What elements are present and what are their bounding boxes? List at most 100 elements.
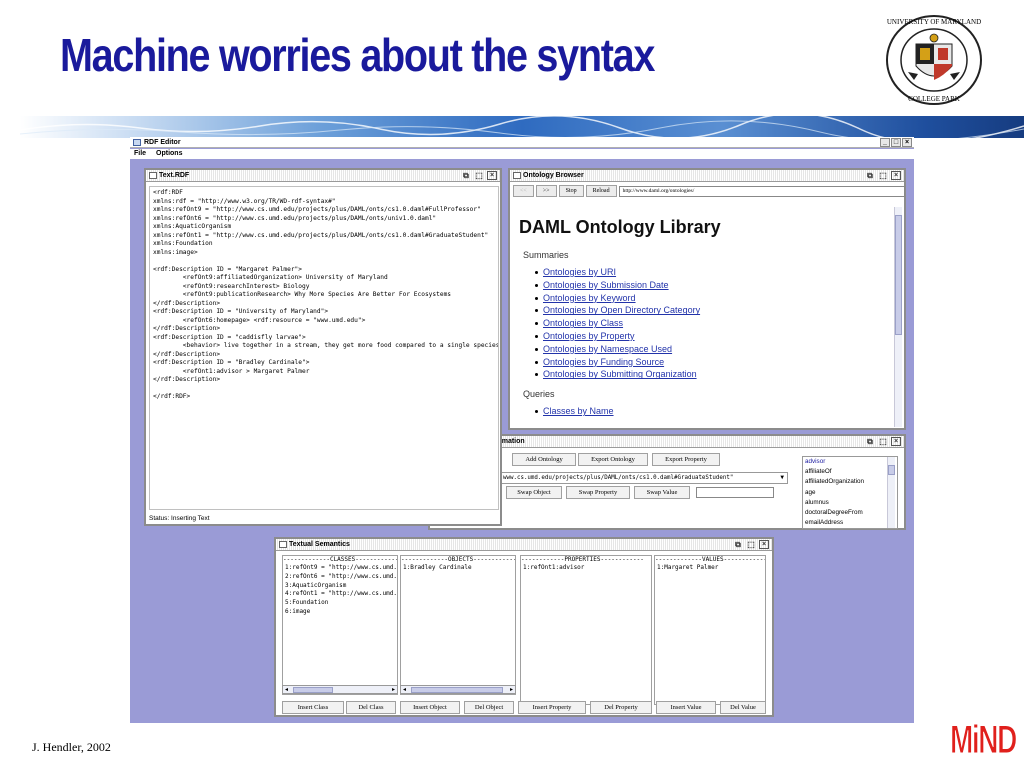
insert-value-button[interactable]: Insert Value [656,701,716,714]
insert-object-button[interactable]: Insert Object [400,701,460,714]
property-list-scrollbar[interactable] [887,457,895,528]
classes-list[interactable]: -------------CLASSES------------- 1:refO… [282,555,398,695]
text-rdf-frame: Text.RDF ⧉ ⬚ × <rdf:RDF xmlns:rdf = "htt… [144,168,502,526]
insert-property-button[interactable]: Insert Property [518,701,586,714]
del-class-button[interactable]: Del Class [346,701,396,714]
classes-hscrollbar[interactable]: ◂ ▸ [282,685,398,694]
list-item[interactable]: 1:Bradley Cardinale [401,564,515,573]
browser-page: DAML Ontology Library Summaries Ontologi… [513,207,897,427]
export-property-button[interactable]: Export Property [652,453,720,466]
values-list[interactable]: -------------VALUES-------------- 1:Marg… [654,555,766,705]
summary-link[interactable]: Ontologies by Property [535,330,897,343]
swap-property-button[interactable]: Swap Property [566,486,630,499]
restore-icon[interactable]: ⧉ [865,171,875,180]
objects-hscrollbar[interactable]: ◂ ▸ [400,685,516,694]
arrow-left-icon[interactable]: ◂ [403,686,406,694]
restore-icon[interactable]: ⧉ [461,171,471,180]
list-item[interactable]: affiliateOf [803,467,897,477]
ontology-browser-title: Ontology Browser [523,172,584,179]
text-rdf-titlebar[interactable]: Text.RDF ⧉ ⬚ × [146,170,500,182]
maximize-icon[interactable]: ⬚ [746,540,756,549]
properties-header: ------------PROPERTIES------------ [521,556,644,563]
list-item[interactable]: 1:refOnt9 = "http://www.cs.umd.ed [283,564,397,573]
swap-object-button[interactable]: Swap Object [506,486,562,499]
ontology-browser-frame: Ontology Browser ⧉ ⬚ × << >> Stop Reload… [508,168,906,430]
properties-list[interactable]: ------------PROPERTIES------------ 1:ref… [520,555,652,705]
list-item[interactable]: advisor [803,457,897,468]
ontology-combo-value: www.cs.umd.edu/projects/plus/DAML/onts/c… [503,475,734,481]
close-icon[interactable]: × [891,171,901,180]
maximize-icon[interactable]: ⬚ [878,437,888,446]
value-input[interactable] [696,487,774,498]
summary-link[interactable]: Ontologies by Submitting Organization [535,368,897,381]
forward-button[interactable]: >> [535,185,557,197]
list-item[interactable]: 1:Margaret Palmer [655,564,765,573]
ontology-browser-titlebar[interactable]: Ontology Browser ⧉ ⬚ × [510,170,904,182]
menu-file[interactable]: File [134,150,146,157]
maximize-icon[interactable]: ⬚ [474,171,484,180]
summary-link[interactable]: Ontologies by Open Directory Category [535,304,897,317]
summary-link[interactable]: Ontologies by Namespace Used [535,343,897,356]
summary-link[interactable]: Ontologies by Class [535,317,897,330]
window-controls: _ □ × [880,138,912,147]
del-property-button[interactable]: Del Property [590,701,652,714]
del-object-button[interactable]: Del Object [464,701,514,714]
list-item[interactable]: affiliatedOrganization [803,477,897,487]
summary-link[interactable]: Ontologies by URI [535,266,897,279]
list-item[interactable]: 3:AquaticOrganism [283,582,397,591]
url-input[interactable]: http://www.daml.org/ontologies/ [618,185,905,197]
maximize-icon[interactable]: □ [891,138,901,147]
swap-value-button[interactable]: Swap Value [634,486,690,499]
list-item[interactable]: 1:refOnt1:advisor [521,564,651,573]
property-list[interactable]: advisor affiliateOf affiliatedOrganizati… [802,456,898,529]
add-ontology-button[interactable]: Add Ontology [512,453,576,466]
reload-button[interactable]: Reload [585,185,617,197]
textual-semantics-titlebar[interactable]: Textual Semantics ⧉ ⬚ × [276,539,772,551]
summary-link[interactable]: Ontologies by Keyword [535,292,897,305]
close-icon[interactable]: × [759,540,769,549]
list-item[interactable]: emailAddress [803,518,897,528]
export-ontology-button[interactable]: Export Ontology [578,453,648,466]
arrow-right-icon[interactable]: ▸ [392,686,395,694]
list-item[interactable]: 2:refOnt6 = "http://www.cs.umd.ed [283,573,397,582]
list-item[interactable]: 6:image [283,608,397,617]
summaries-label: Summaries [523,250,569,260]
list-item[interactable]: 5:Foundation [283,599,397,608]
list-item[interactable]: alumnus [803,498,897,508]
list-item[interactable]: 4:refOnt1 = "http://www.cs.umd.ed [283,590,397,599]
rdf-text-editor[interactable]: <rdf:RDF xmlns:rdf = "http://www.w3.org/… [149,186,499,510]
summary-link[interactable]: Ontologies by Funding Source [535,356,897,369]
document-icon [279,541,287,548]
status-text: Status: Inserting Text [149,515,210,522]
stop-button[interactable]: Stop [558,185,584,197]
scrollbar-thumb[interactable] [411,687,503,693]
summary-link[interactable]: Ontologies by Submission Date [535,279,897,292]
close-icon[interactable]: × [487,171,497,180]
chevron-down-icon[interactable]: ▼ [780,473,784,483]
scrollbar-thumb[interactable] [293,687,333,693]
browser-scrollbar[interactable] [894,207,902,427]
queries-list: Classes by Name [535,405,897,418]
objects-list[interactable]: -------------OBJECTS------------- 1:Brad… [400,555,516,695]
menu-options[interactable]: Options [156,150,182,157]
back-button[interactable]: << [513,185,534,197]
restore-icon[interactable]: ⧉ [865,437,875,446]
del-value-button[interactable]: Del Value [720,701,766,714]
maximize-icon[interactable]: ⬚ [878,171,888,180]
list-item[interactable]: doctoralDegreeFrom [803,508,897,518]
list-item[interactable]: age [803,488,897,498]
app-icon [133,139,141,146]
university-seal-icon: UNIVERSITY OF MARYLAND COLLEGE PARK [886,15,982,105]
ontology-combo-box[interactable]: www.cs.umd.edu/projects/plus/DAML/onts/c… [500,472,788,484]
arrow-left-icon[interactable]: ◂ [285,686,288,694]
insert-class-button[interactable]: Insert Class [282,701,344,714]
close-icon[interactable]: × [891,437,901,446]
arrow-right-icon[interactable]: ▸ [510,686,513,694]
minimize-icon[interactable]: _ [880,138,890,147]
scrollbar-thumb[interactable] [888,465,895,475]
close-icon[interactable]: × [902,138,912,147]
scrollbar-thumb[interactable] [895,215,902,335]
restore-icon[interactable]: ⧉ [733,540,743,549]
query-link[interactable]: Classes by Name [535,405,897,418]
classes-header: -------------CLASSES------------- [283,556,398,563]
